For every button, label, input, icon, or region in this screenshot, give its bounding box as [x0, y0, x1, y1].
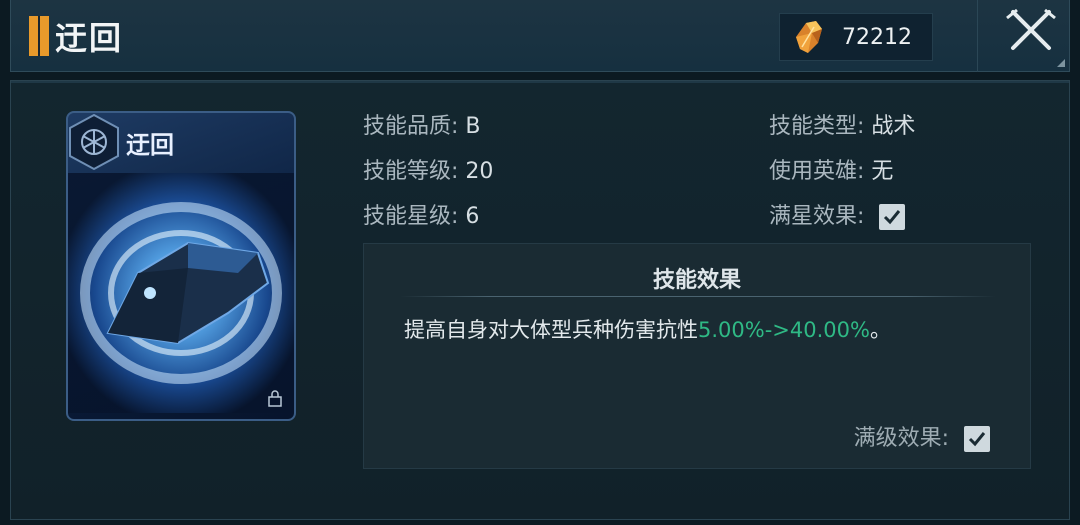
skill-level: 技能等级: 20	[363, 153, 493, 185]
skill-star-value: 6	[465, 204, 480, 229]
corner-ornament	[1057, 59, 1065, 67]
skill-card[interactable]: 迂回	[66, 111, 296, 421]
crossed-swords-close-icon	[1006, 8, 1056, 50]
crystal-shard-icon	[796, 21, 822, 53]
skill-type: 技能类型: 战术	[769, 108, 915, 140]
skill-level-label: 技能等级:	[363, 159, 459, 184]
max-star-effect-label: 满星效果:	[769, 204, 865, 229]
max-level-effect: 满级效果:	[854, 420, 990, 452]
currency-value: 72212	[842, 24, 912, 50]
page-title: 迂回	[55, 19, 124, 57]
checkbox-checked-icon[interactable]	[879, 204, 906, 230]
skill-effect-box: 技能效果 提高自身对大体型兵种伤害抗性5.00%->40.00%。 满级效果:	[363, 243, 1031, 469]
skill-art-image	[68, 173, 294, 413]
skill-star-label: 技能星级:	[363, 204, 459, 229]
close-button[interactable]	[1001, 6, 1061, 56]
effect-value-change: 5.00%->40.00%	[698, 318, 870, 342]
hero-user: 使用英雄: 无	[769, 153, 893, 185]
effect-title: 技能效果	[652, 268, 741, 293]
max-star-effect: 满星效果:	[769, 198, 906, 230]
card-skill-name: 迂回	[126, 131, 174, 159]
panel-top-line	[11, 81, 1069, 83]
effect-description: 提高自身对大体型兵种伤害抗性5.00%->40.00%。	[404, 314, 891, 344]
hero-user-value: 无	[871, 159, 894, 184]
title-bar: 迂回 72212	[10, 0, 1070, 72]
header-divider	[977, 0, 978, 72]
skill-quality-value: B	[465, 114, 481, 139]
hexagon-emblem-icon	[69, 113, 119, 171]
skill-star: 技能星级: 6	[363, 198, 479, 230]
skill-level-value: 20	[465, 159, 494, 184]
skill-type-value: 战术	[871, 114, 916, 139]
max-level-effect-label: 满级效果:	[853, 426, 949, 451]
currency-display: 72212	[779, 13, 933, 61]
effect-text-suffix: 。	[869, 318, 891, 342]
skill-quality-label: 技能品质:	[363, 114, 459, 139]
effect-text-prefix: 提高自身对大体型兵种伤害抗性	[404, 318, 698, 342]
effect-divider	[400, 296, 996, 297]
hero-user-label: 使用英雄:	[769, 159, 865, 184]
skill-type-label: 技能类型:	[769, 114, 865, 139]
title-group: 迂回	[29, 14, 123, 58]
lock-icon	[268, 390, 282, 407]
skill-quality: 技能品质: B	[363, 108, 481, 140]
skill-detail-panel: 迂回 技能品质: B 技能等级: 20 技能星级: 6 技能类型: 战术 使用英…	[10, 80, 1070, 520]
checkbox-checked-icon[interactable]	[964, 426, 990, 452]
title-accent-bar	[29, 16, 49, 56]
